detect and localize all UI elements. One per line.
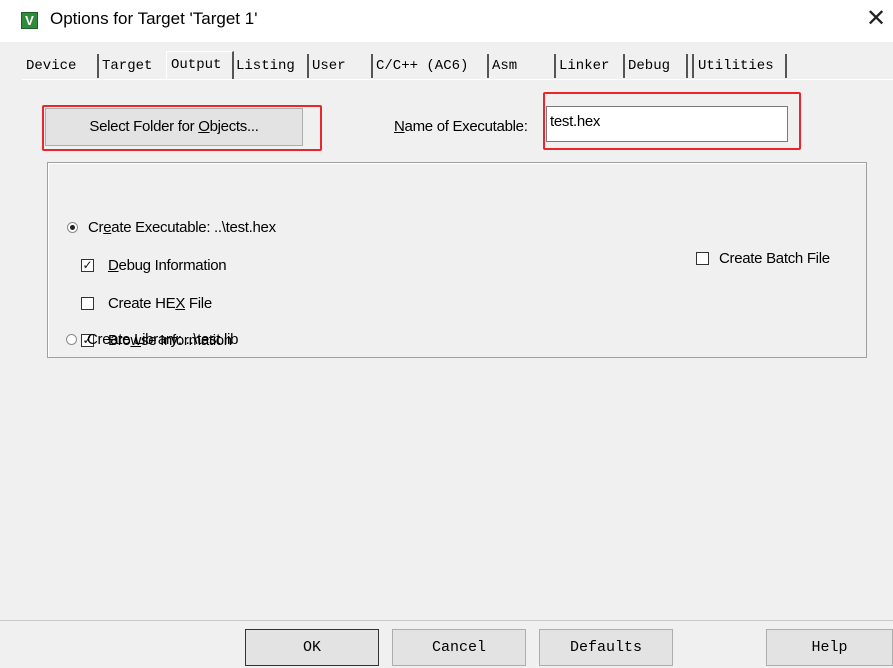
highlight-box-executable-name [543, 92, 801, 150]
tab-utilities[interactable]: Utilities [692, 54, 787, 78]
help-button[interactable]: Help [766, 629, 893, 666]
tab-debug[interactable]: Debug [624, 54, 688, 78]
ok-button[interactable]: OK [245, 629, 379, 666]
create-hex-file-checkbox[interactable] [81, 297, 94, 310]
tab-user[interactable]: User [308, 54, 373, 78]
create-executable-label: Create Executable: ..\test.hex [88, 219, 276, 236]
tab-divider [22, 79, 893, 80]
create-library-label: Create Library: ..\test.lib [87, 331, 239, 348]
tab-device[interactable]: Device [22, 54, 99, 78]
title-bar: V Options for Target 'Target 1' ✕ [0, 0, 893, 42]
create-library-radio[interactable] [66, 334, 77, 345]
highlight-box-select-folder [42, 105, 322, 151]
name-of-executable-label: Name of Executable: [394, 118, 528, 135]
cancel-button[interactable]: Cancel [392, 629, 526, 666]
tab-output[interactable]: Output [166, 51, 234, 80]
tab-listing[interactable]: Listing [232, 54, 309, 78]
create-hex-file-label: Create HEX File [108, 295, 212, 312]
create-batch-file-checkbox[interactable] [696, 252, 709, 265]
tab-target[interactable]: Target [98, 54, 168, 78]
tab-asm[interactable]: Asm [488, 54, 556, 78]
tab-linker[interactable]: Linker [555, 54, 625, 78]
footer-divider [0, 620, 893, 621]
window-title: Options for Target 'Target 1' [50, 9, 258, 28]
close-icon[interactable]: ✕ [866, 4, 886, 32]
create-batch-file-label: Create Batch File [719, 250, 830, 267]
defaults-button[interactable]: Defaults [539, 629, 673, 666]
create-executable-radio[interactable] [67, 222, 78, 233]
debug-information-label: Debug Information [108, 257, 227, 274]
options-dialog: Device Target Output Listing User C/C++ … [0, 42, 893, 668]
debug-information-checkbox[interactable]: ✓ [81, 259, 94, 272]
tab-cpp-ac6[interactable]: C/C++ (AC6) [372, 54, 489, 78]
output-options-group: Create Executable: ..\test.hex ✓ Debug I… [47, 162, 867, 358]
keil-app-icon: V [21, 12, 38, 29]
